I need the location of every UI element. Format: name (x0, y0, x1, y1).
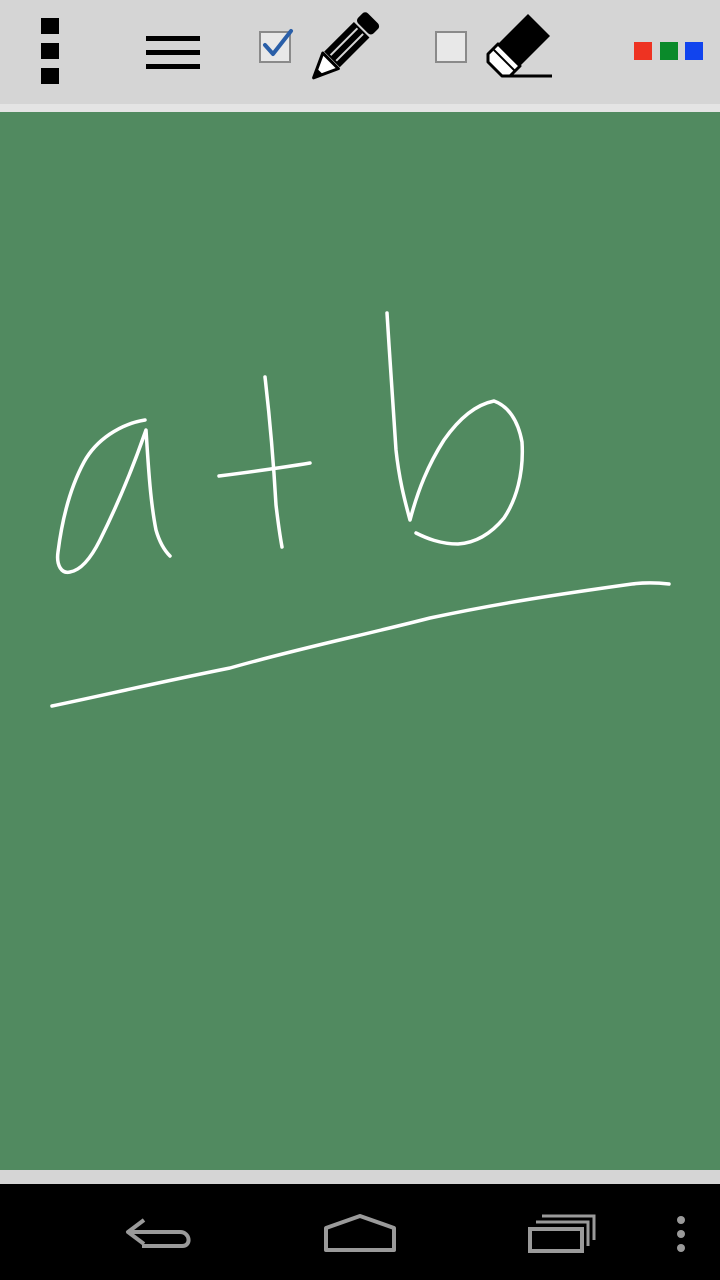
hamburger-menu-icon[interactable] (140, 28, 208, 78)
overflow-menu-icon[interactable] (668, 1214, 694, 1254)
back-icon[interactable] (118, 1210, 202, 1258)
eraser-icon[interactable] (484, 10, 558, 80)
toolbar (0, 0, 720, 112)
stroke-plus-vertical (263, 375, 284, 549)
canvas-bottom-border (0, 1170, 720, 1184)
home-icon[interactable] (318, 1210, 402, 1258)
color-swatch-blue[interactable] (685, 42, 703, 60)
stroke-plus-horizontal (217, 461, 312, 478)
system-navigation-bar (0, 1184, 720, 1280)
color-swatch-green[interactable] (660, 42, 678, 60)
overflow-menu-icon[interactable] (30, 14, 70, 90)
stroke-letter-b (385, 311, 525, 546)
eraser-checkbox[interactable] (434, 28, 470, 64)
stroke-letter-a (55, 418, 172, 575)
color-swatch-red[interactable] (634, 42, 652, 60)
stroke-underline (50, 581, 671, 708)
drawing-canvas[interactable] (0, 112, 720, 1170)
pen-checkbox[interactable] (258, 28, 294, 64)
pencil-icon[interactable] (306, 10, 382, 82)
whiteboard-app (0, 0, 720, 1280)
ink-strokes (50, 311, 671, 708)
recents-icon[interactable] (524, 1212, 604, 1256)
